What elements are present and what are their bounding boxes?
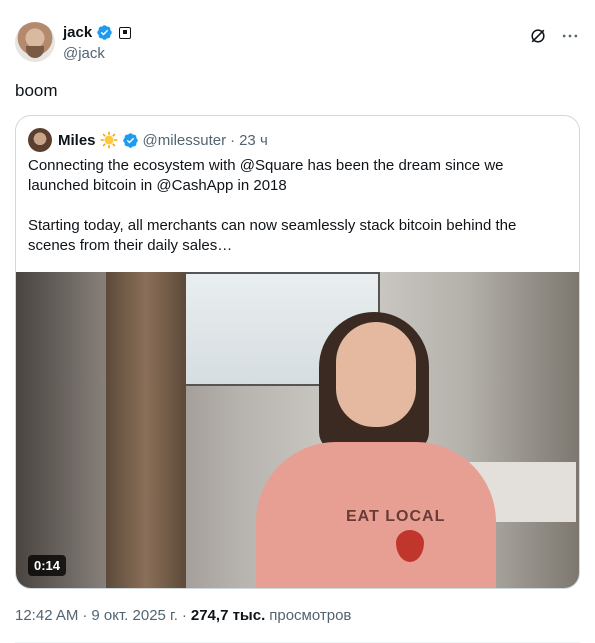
quote-header: Miles @milessuter · 23 ч xyxy=(28,128,268,152)
quoted-tweet[interactable]: Miles @milessuter · 23 ч Connecting the … xyxy=(15,115,580,589)
quote-separator: · xyxy=(230,131,236,149)
author-name[interactable]: jack xyxy=(63,24,92,41)
quote-verified-badge-icon[interactable] xyxy=(122,132,139,149)
meta-separator-2: · xyxy=(181,607,187,624)
tweet-time[interactable]: 12:42 AM xyxy=(15,607,78,624)
video-shirt-text: EAT LOCAL xyxy=(346,508,446,525)
quote-author-handle[interactable]: @milessuter xyxy=(143,132,227,149)
views-count[interactable]: 274,7 тыс. xyxy=(191,607,265,624)
header-actions xyxy=(528,26,580,46)
meta-separator-1: · xyxy=(82,607,88,624)
views-label: просмотров xyxy=(269,607,352,624)
quote-timestamp[interactable]: 23 ч xyxy=(239,132,268,149)
tweet-date[interactable]: 9 окт. 2025 г. xyxy=(91,607,177,624)
video-duration-badge: 0:14 xyxy=(28,555,67,576)
affiliate-badge-icon[interactable] xyxy=(119,26,132,39)
tweet-meta: 12:42 AM · 9 окт. 2025 г. · 274,7 тыс. п… xyxy=(15,607,351,624)
quote-avatar[interactable] xyxy=(28,128,52,152)
quote-paragraph-2: Starting today, all merchants can now se… xyxy=(28,217,517,254)
verified-badge-icon[interactable] xyxy=(96,24,113,41)
quote-paragraph-1: Connecting the ecosystem with @Square ha… xyxy=(28,157,504,194)
author-handle[interactable]: @jack xyxy=(63,45,105,62)
video-scene-face xyxy=(336,322,416,427)
quote-text: Connecting the ecosystem with @Square ha… xyxy=(28,156,567,256)
sun-emoji-icon xyxy=(100,131,117,149)
quote-author-name[interactable]: Miles xyxy=(58,132,96,149)
grok-icon[interactable] xyxy=(528,26,548,46)
more-icon[interactable] xyxy=(560,26,580,46)
author-name-row: jack xyxy=(63,24,132,41)
tweet-text: boom xyxy=(15,81,58,100)
tweet-header: jack @jack xyxy=(15,22,580,66)
video-scene-pillar xyxy=(106,272,186,588)
quote-video[interactable]: EAT LOCAL 0:14 xyxy=(16,272,579,588)
author-avatar[interactable] xyxy=(15,22,55,62)
